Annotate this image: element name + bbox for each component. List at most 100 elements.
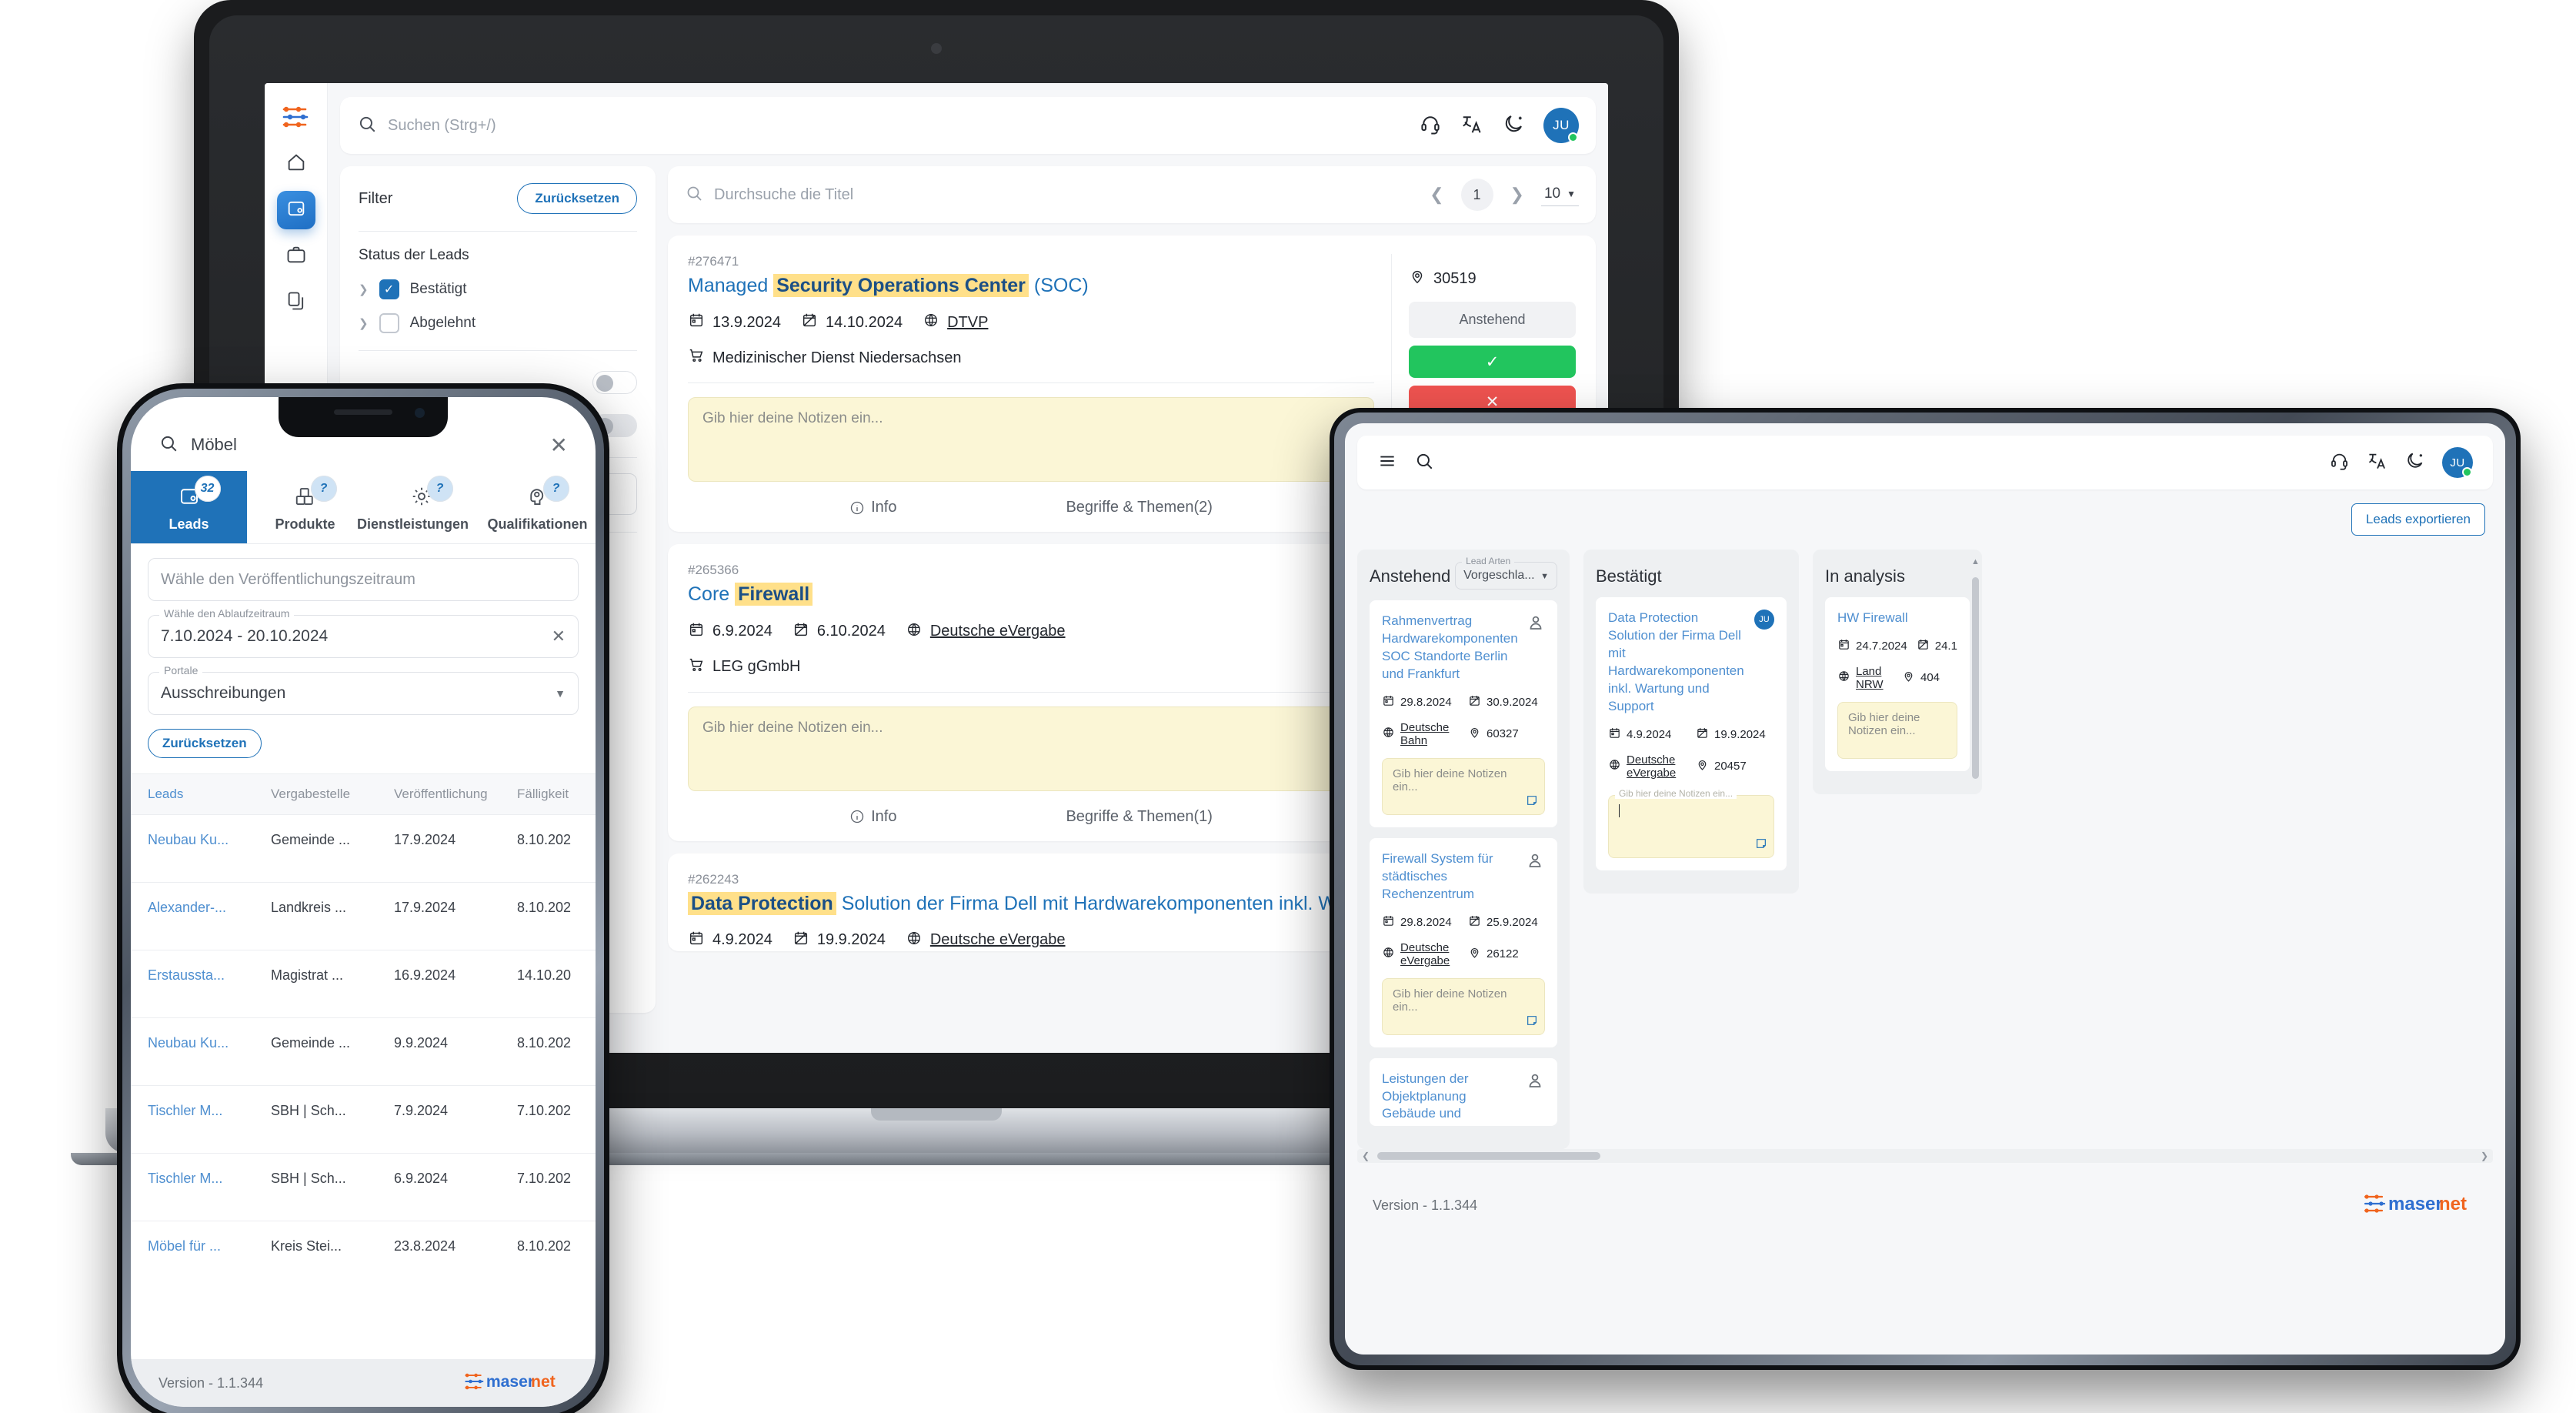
vertical-scrollbar[interactable]: ▲ — [1971, 557, 1980, 787]
lead-portal[interactable]: DTVP — [923, 312, 988, 333]
scroll-left-arrow-icon[interactable]: ❮ — [1362, 1151, 1370, 1161]
lead-accept-button[interactable]: ✓ — [1409, 346, 1576, 378]
cell-lead[interactable]: Neubau Ku... — [148, 832, 263, 848]
chevron-left-icon[interactable]: ❮ — [1425, 185, 1448, 205]
leads-search-placeholder[interactable]: Durchsuche die Titel — [714, 186, 853, 204]
kanban-card[interactable]: Rahmenvertrag Hardwarekomponenten SOC St… — [1370, 600, 1557, 827]
kanban-card[interactable]: Leistungen der Objektplanung Gebäude und — [1370, 1057, 1557, 1127]
lead-info-button[interactable]: Info — [849, 808, 896, 826]
kanban-card-title[interactable]: Rahmenvertrag Hardwarekomponenten SOC St… — [1382, 613, 1518, 683]
cell-lead[interactable]: Neubau Ku... — [148, 1035, 263, 1051]
export-leads-button[interactable]: Leads exportieren — [2351, 503, 2485, 536]
portals-select[interactable]: Portale Ausschreibungen ▼ — [148, 664, 579, 715]
lead-portal-link[interactable]: Deutsche eVergabe — [930, 931, 1066, 949]
page-size-select[interactable]: 10 ▼ — [1540, 184, 1579, 206]
lead-title[interactable]: Core Firewall — [688, 583, 1374, 606]
kanban-card-portal[interactable]: Deutsche Bahn — [1382, 721, 1459, 747]
cell-lead[interactable]: Tischler M... — [148, 1171, 263, 1187]
kanban-notes-input[interactable]: Gib hier deine Notizen ein... — [1608, 787, 1774, 858]
tab-qualifikationen[interactable]: ? Qualifikationen — [479, 471, 596, 543]
person-icon[interactable] — [1526, 613, 1546, 633]
search-icon[interactable] — [1414, 451, 1434, 475]
dark-mode-moon-icon[interactable] — [1502, 112, 1525, 139]
avatar[interactable]: JU — [1754, 610, 1774, 630]
page-number[interactable]: 1 — [1460, 179, 1493, 211]
translate-icon[interactable] — [1460, 112, 1483, 139]
kanban-card-portal[interactable]: Deutsche eVergabe — [1382, 941, 1459, 967]
kanban-notes-input[interactable]: Gib hier deine Notizen ein... — [1837, 701, 1957, 759]
table-row[interactable]: Tischler M... SBH | Sch... 6.9.2024 7.10… — [131, 1153, 596, 1221]
person-icon[interactable] — [1525, 1071, 1545, 1091]
global-search[interactable]: Suchen (Strg+/) — [357, 114, 1419, 138]
filter-reset-button[interactable]: Zurücksetzen — [517, 183, 637, 214]
lead-notes-input[interactable]: Gib hier deine Notizen ein... — [688, 397, 1374, 483]
cell-lead[interactable]: Erstaussta... — [148, 967, 263, 984]
filter-option-abgelehnt[interactable]: ❯ Abgelehnt — [359, 313, 637, 333]
kanban-notes-input[interactable]: Gib hier deine Notizen ein... — [1382, 757, 1545, 815]
sidebar-item-leads[interactable] — [276, 191, 315, 229]
kanban-card[interactable]: Data Protection Solution der Firma Dell … — [1596, 597, 1787, 870]
expiry-period-input[interactable]: Wähle den Ablaufzeitraum 7.10.2024 - 20.… — [148, 607, 579, 658]
table-row[interactable]: Tischler M... SBH | Sch... 7.9.2024 7.10… — [131, 1085, 596, 1153]
headset-support-icon[interactable] — [1419, 112, 1442, 139]
chevron-right-icon[interactable]: ❯ — [359, 316, 369, 330]
lead-notes-input[interactable]: Gib hier deine Notizen ein... — [688, 706, 1374, 791]
sidebar-item-home[interactable] — [277, 145, 315, 183]
checkbox-checked-icon[interactable]: ✓ — [379, 279, 399, 299]
scroll-right-arrow-icon[interactable]: ❯ — [2481, 1151, 2488, 1161]
publication-period-input[interactable]: Wähle den Veröffentlichungszeitraum — [148, 558, 579, 601]
avatar[interactable]: JU — [1543, 108, 1579, 143]
kanban-card-title[interactable]: Leistungen der Objektplanung Gebäude und — [1382, 1071, 1517, 1124]
phone-reset-button[interactable]: Zurücksetzen — [148, 729, 262, 758]
sidebar-item-portfolio[interactable] — [277, 237, 315, 276]
table-row[interactable]: Neubau Ku... Gemeinde ... 9.9.2024 8.10.… — [131, 1017, 596, 1085]
headset-support-icon[interactable] — [2329, 450, 2350, 475]
kanban-card[interactable]: Firewall System für städtisches Rechenze… — [1370, 837, 1557, 1047]
kanban-notes-input[interactable]: Gib hier deine Notizen ein... — [1382, 977, 1545, 1035]
scroll-up-arrow-icon[interactable]: ▲ — [1971, 557, 1980, 566]
lead-topics-button[interactable]: Begriffe & Themen(1) — [1066, 808, 1212, 826]
kanban-card[interactable]: HW Firewall 24.7.2024 24.1 Land NRW 404 … — [1825, 597, 1970, 771]
kanban-card-title[interactable]: Firewall System für städtisches Rechenze… — [1382, 850, 1517, 904]
translate-icon[interactable] — [2367, 450, 2387, 475]
kanban-card-portal[interactable]: Deutsche eVergabe — [1608, 753, 1687, 780]
kanban-portal-link[interactable]: Deutsche Bahn — [1400, 721, 1459, 747]
kanban-card-title[interactable]: HW Firewall — [1837, 610, 1957, 627]
tab-dienstleistungen[interactable]: ? Dienstleistungen — [357, 471, 479, 543]
cell-lead[interactable]: Möbel für ... — [148, 1238, 263, 1254]
note-edit-icon[interactable] — [1755, 837, 1767, 853]
lead-info-button[interactable]: Info — [849, 499, 896, 516]
table-row[interactable]: Möbel für ... Kreis Stei... 23.8.2024 8.… — [131, 1221, 596, 1288]
cell-lead[interactable]: Alexander-... — [148, 900, 263, 916]
chevron-down-icon[interactable]: ▼ — [555, 687, 566, 700]
tab-leads[interactable]: 32 Leads — [131, 471, 247, 543]
lead-portal-link[interactable]: Deutsche eVergabe — [930, 623, 1066, 640]
lead-portal[interactable]: Deutsche eVergabe — [906, 621, 1066, 643]
kanban-card-portal[interactable]: Land NRW — [1837, 665, 1893, 691]
sidebar-item-documents[interactable] — [277, 283, 315, 322]
lead-portal-link[interactable]: DTVP — [947, 314, 988, 332]
avatar[interactable]: JU — [2442, 447, 2473, 478]
person-icon[interactable] — [1525, 850, 1545, 870]
lead-title[interactable]: Managed Security Operations Center (SOC) — [688, 274, 1374, 298]
table-row[interactable]: Alexander-... Landkreis ... 17.9.2024 8.… — [131, 882, 596, 950]
chevron-right-icon[interactable]: ❯ — [359, 282, 369, 296]
hamburger-menu-icon[interactable] — [1377, 451, 1397, 475]
horizontal-scrollbar[interactable]: ❮ ❯ — [1357, 1149, 2493, 1164]
note-edit-icon[interactable] — [1526, 1014, 1538, 1030]
lead-topics-button[interactable]: Begriffe & Themen(2) — [1066, 499, 1212, 516]
checkbox-unchecked-icon[interactable] — [379, 313, 399, 333]
dark-mode-moon-icon[interactable] — [2404, 450, 2425, 475]
kanban-portal-link[interactable]: Deutsche eVergabe — [1400, 941, 1459, 967]
kanban-portal-link[interactable]: Deutsche eVergabe — [1627, 753, 1687, 780]
search-input[interactable]: Möbel — [191, 435, 237, 455]
note-edit-icon[interactable] — [1526, 794, 1538, 810]
chevron-right-icon[interactable]: ❯ — [1506, 185, 1529, 205]
table-row[interactable]: Erstaussta... Magistrat ... 16.9.2024 14… — [131, 950, 596, 1017]
lead-arten-select[interactable]: Lead Arten Vorgeschla... ▼ — [1455, 556, 1557, 590]
filter-option-bestaetigt[interactable]: ❯ ✓ Bestätigt — [359, 279, 637, 299]
cell-lead[interactable]: Tischler M... — [148, 1103, 263, 1119]
clear-icon[interactable]: ✕ — [552, 626, 566, 646]
kanban-card-title[interactable]: Data Protection Solution der Firma Dell … — [1608, 610, 1747, 716]
lead-portal[interactable]: Deutsche eVergabe — [906, 930, 1066, 951]
